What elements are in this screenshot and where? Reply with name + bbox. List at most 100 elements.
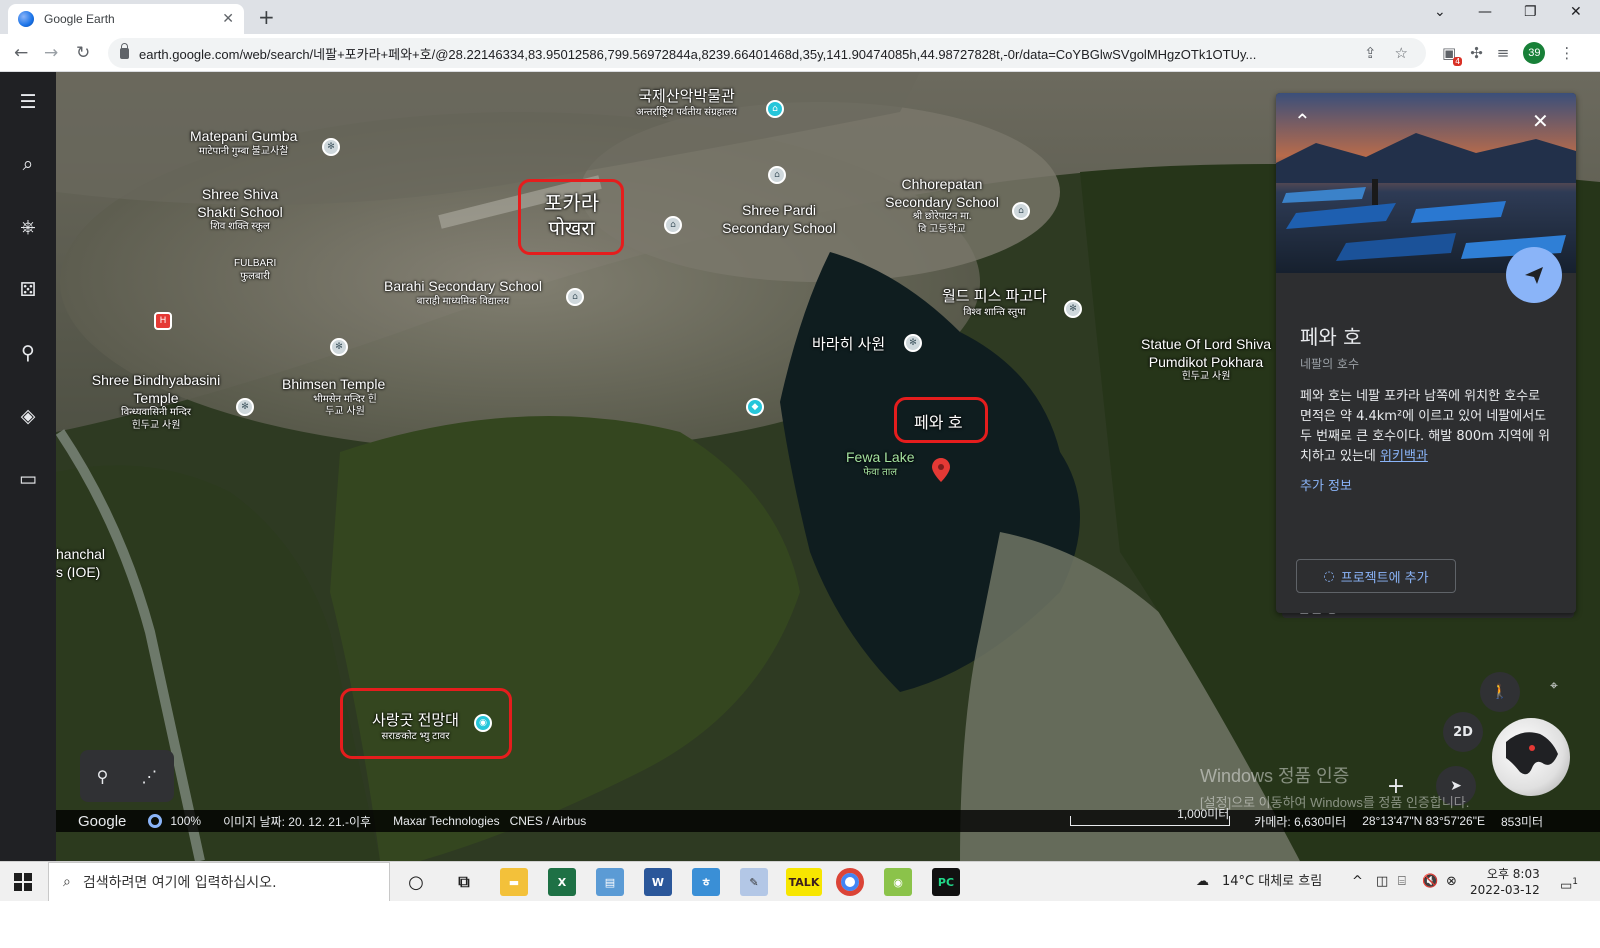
weather-text[interactable]: 14°C 대체로 흐림 bbox=[1222, 862, 1322, 902]
measure-ruler-icon[interactable]: ▭ bbox=[14, 465, 42, 493]
feeling-lucky-dice-icon[interactable]: ⚄ bbox=[14, 276, 42, 304]
school-pin-icon[interactable]: ⌂ bbox=[768, 166, 786, 184]
map-label-pashchimanchal-campus[interactable]: hanchal s (IOE) bbox=[56, 546, 105, 581]
pycharm-icon[interactable]: PC bbox=[932, 868, 960, 896]
place-description: 페와 호는 네팔 포카라 남쪽에 위치한 호수로 면적은 약 4.4km²에 이… bbox=[1300, 389, 1550, 464]
globe-minimap[interactable] bbox=[1492, 718, 1570, 796]
profile-avatar[interactable]: 39 bbox=[1523, 42, 1546, 64]
map-label-matepani-gumba[interactable]: Matepani Gumba माटेपानी गुम्बा 불교사찰 bbox=[190, 128, 297, 158]
close-tab-icon[interactable]: ✕ bbox=[222, 11, 234, 27]
windows-start-button[interactable] bbox=[14, 873, 32, 891]
map-label-mountain-museum[interactable]: 국제산악박물관 अन्तर्राष्ट्रिय पर्वतीय संग्रहालय bbox=[636, 88, 737, 119]
draw-line-icon[interactable]: ⋰ bbox=[141, 767, 157, 786]
google-earth-favicon-icon bbox=[18, 11, 34, 27]
add-to-project-button[interactable]: ◌ 프로젝트에 추가 bbox=[1296, 559, 1456, 593]
minimize-button[interactable]: — bbox=[1478, 4, 1492, 20]
tab-google-earth[interactable]: Google Earth ✕ bbox=[8, 4, 244, 34]
search-icon[interactable]: ⌕ bbox=[14, 150, 42, 178]
address-bar[interactable]: earth.google.com/web/search/네팔+포카라+페와+호/… bbox=[108, 38, 1426, 68]
more-info-link[interactable]: 추가 정보 bbox=[1300, 475, 1352, 494]
excel-icon[interactable]: X bbox=[548, 868, 576, 896]
back-button[interactable]: ← bbox=[14, 43, 28, 63]
notepad-app-icon[interactable]: ▤ bbox=[596, 868, 624, 896]
earth-viewport[interactable]: ☰ ⌕ ⎈ ⚄ ⚲ ◈ ▭ 국제산악박물관 अन्तर्राष्ट्रिय पर्… bbox=[0, 72, 1600, 861]
my-location-icon[interactable]: ⌖ bbox=[1534, 666, 1574, 706]
tray-app-icon[interactable]: ◫ bbox=[1376, 862, 1388, 902]
taskbar-search-box[interactable]: ⌕ 검색하려면 여기에 입력하십시오. bbox=[48, 862, 390, 902]
close-window-button[interactable]: ✕ bbox=[1570, 4, 1582, 20]
school-pin-icon[interactable]: ⌂ bbox=[1012, 202, 1030, 220]
hospital-pin-icon[interactable]: H bbox=[154, 312, 172, 330]
restore-button[interactable]: ❐ bbox=[1524, 4, 1537, 20]
extensions-puzzle-icon[interactable]: ✣ bbox=[1470, 44, 1483, 62]
task-view-icon[interactable]: ⧉ bbox=[450, 868, 478, 896]
file-explorer-icon[interactable]: ▬ bbox=[500, 868, 528, 896]
map-label-world-peace-pagoda[interactable]: 월드 피스 파고다 विश्व शान्ति स्तुपा bbox=[942, 288, 1047, 319]
paint-icon[interactable]: ✎ bbox=[740, 868, 768, 896]
forward-button[interactable]: → bbox=[44, 43, 58, 63]
windows-activation-watermark: Windows 정품 인증 [설정]으로 이동하여 Windows를 정품 인증… bbox=[1200, 766, 1470, 810]
notification-center-icon[interactable]: ▭1 bbox=[1560, 862, 1578, 906]
extension-badge-icon[interactable]: ▣ 4 bbox=[1442, 44, 1463, 66]
cortana-icon[interactable]: ○ bbox=[402, 868, 430, 896]
toggle-2d-button[interactable]: 2D bbox=[1443, 712, 1483, 752]
new-tab-button[interactable]: + bbox=[258, 5, 275, 29]
map-label-bhimsen-temple[interactable]: Bhimsen Temple भीमसेन मन्दिर 힌두교 사원 bbox=[282, 376, 385, 419]
url-text[interactable]: earth.google.com/web/search/네팔+포카라+페와+호/… bbox=[139, 44, 1339, 63]
map-label-barahi-temple[interactable]: 바라히 사원 bbox=[812, 336, 885, 355]
map-label-fewa-lake[interactable]: Fewa Lake फेवा ताल bbox=[846, 449, 914, 479]
tab-search-chevron-icon[interactable]: ⌄ bbox=[1434, 4, 1446, 20]
attraction-pin-icon[interactable]: ◆ bbox=[746, 398, 764, 416]
kakaotalk-icon[interactable]: TALK bbox=[786, 868, 822, 896]
network-icon[interactable]: ⌸ bbox=[1398, 862, 1406, 902]
map-label-bindhyabasini-temple[interactable]: Shree Bindhyabasini Temple विन्ध्यवासिनी … bbox=[86, 372, 226, 432]
voyager-icon[interactable]: ⎈ bbox=[14, 213, 42, 241]
add-placemark-icon[interactable]: ⚲ bbox=[97, 767, 109, 786]
map-style-layers-icon[interactable]: ◈ bbox=[14, 402, 42, 430]
reload-button[interactable]: ↻ bbox=[76, 43, 90, 63]
tray-overflow-chevron-icon[interactable]: ^ bbox=[1352, 862, 1363, 902]
temple-pin-icon[interactable]: ✻ bbox=[322, 138, 340, 156]
school-pin-icon[interactable]: ⌂ bbox=[566, 288, 584, 306]
add-location-icon: ◌ bbox=[1323, 568, 1335, 584]
app-icon[interactable]: ◉ bbox=[884, 868, 912, 896]
temple-pin-icon[interactable]: ✻ bbox=[904, 334, 922, 352]
close-card-icon[interactable]: ✕ bbox=[1532, 109, 1549, 133]
system-clock[interactable]: 오후 8:03 2022-03-12 bbox=[1470, 866, 1540, 898]
lock-icon[interactable] bbox=[120, 42, 129, 59]
reading-list-icon[interactable]: ≡ bbox=[1497, 44, 1510, 62]
weather-icon[interactable]: ☁ bbox=[1196, 862, 1209, 902]
map-label-shree-pardi-school[interactable]: Shree Pardi Secondary School bbox=[716, 202, 842, 237]
share-icon[interactable]: ⇪ bbox=[1364, 44, 1377, 62]
menu-icon[interactable]: ☰ bbox=[14, 88, 42, 116]
map-label-barahi-school[interactable]: Barahi Secondary School बाराही माध्यमिक व… bbox=[384, 278, 542, 308]
scale-bar[interactable]: 1,000미터 bbox=[1070, 808, 1231, 826]
chrome-menu-icon[interactable]: ⋮ bbox=[1559, 44, 1574, 62]
bookmark-star-icon[interactable]: ☆ bbox=[1395, 44, 1408, 62]
wikipedia-link[interactable]: 위키백과 bbox=[1380, 449, 1428, 464]
pagoda-pin-icon[interactable]: ✻ bbox=[1064, 300, 1082, 318]
selected-location-pin-icon[interactable] bbox=[932, 458, 950, 482]
map-label-fulbari[interactable]: FULBARI फुलबारी bbox=[234, 258, 276, 283]
street-view-pegman-button[interactable]: 🚶 bbox=[1480, 672, 1520, 712]
map-label-shree-shiva-shakti-school[interactable]: Shree Shiva Shakti School शिव शक्ति स्कूल bbox=[192, 186, 288, 234]
volume-muted-icon[interactable]: 🔇 bbox=[1422, 862, 1438, 902]
school-pin-icon[interactable]: ⌂ bbox=[664, 216, 682, 234]
ime-icon[interactable]: ⊗ bbox=[1446, 862, 1457, 902]
left-navigation-rail: ☰ ⌕ ⎈ ⚄ ⚲ ◈ ▭ bbox=[0, 72, 56, 861]
museum-pin-icon[interactable]: ⌂ bbox=[766, 100, 784, 118]
temple-pin-icon[interactable]: ✻ bbox=[236, 398, 254, 416]
place-photo[interactable] bbox=[1276, 93, 1576, 273]
chrome-icon[interactable] bbox=[836, 868, 864, 896]
map-label-chhorepatan-school[interactable]: Chhorepatan Secondary School श्री छोरेपाट… bbox=[880, 176, 1004, 236]
projects-pin-icon[interactable]: ⚲ bbox=[14, 339, 42, 367]
temple-pin-icon[interactable]: ✻ bbox=[330, 338, 348, 356]
hancom-icon[interactable]: ㅎ bbox=[692, 868, 720, 896]
share-button[interactable] bbox=[1506, 247, 1562, 303]
word-icon[interactable]: W bbox=[644, 868, 672, 896]
map-label-statue-lord-shiva[interactable]: Statue Of Lord Shiva Pumdikot Pokhara 힌두교… bbox=[1134, 336, 1278, 384]
highlight-box-pokhara bbox=[518, 179, 624, 255]
imagery-credit: Maxar Technologies bbox=[393, 814, 500, 828]
collapse-chevron-icon[interactable]: ⌃ bbox=[1294, 109, 1311, 133]
load-percent: 100% bbox=[170, 814, 202, 828]
